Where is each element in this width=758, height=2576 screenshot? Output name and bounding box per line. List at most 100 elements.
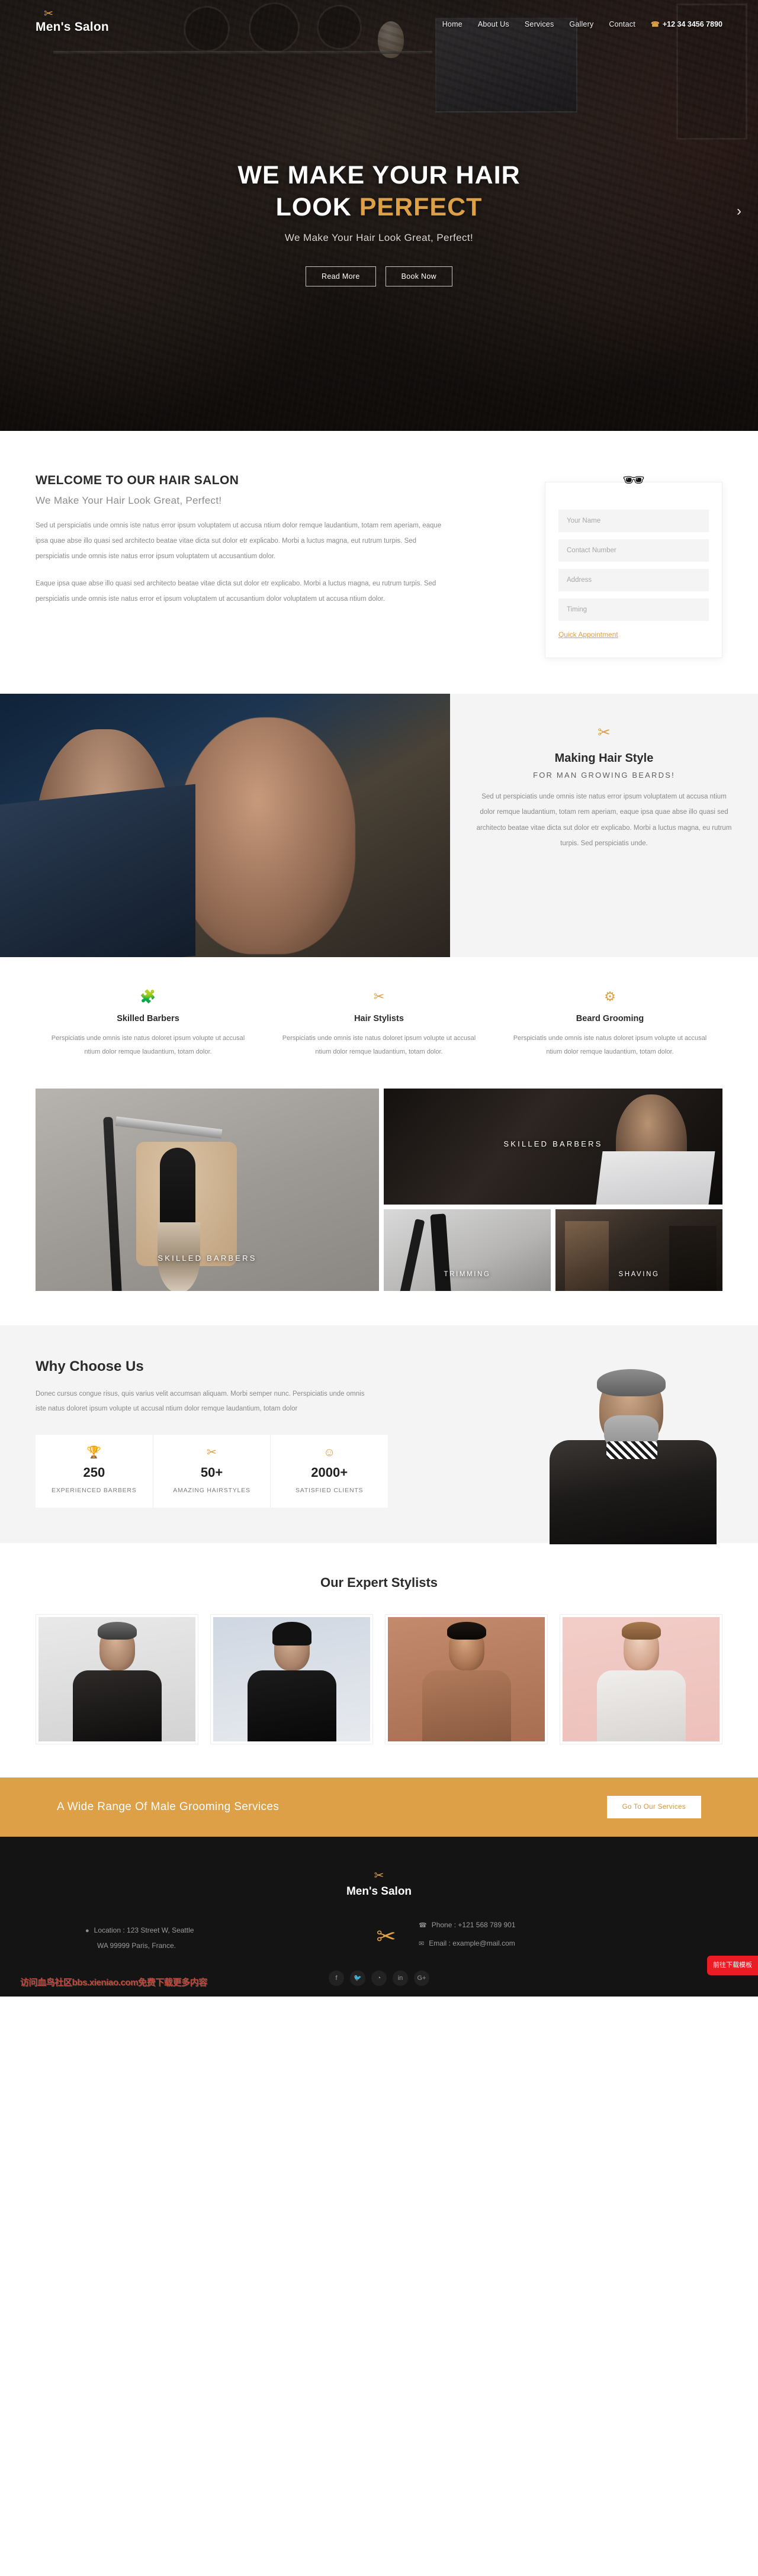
- gallery-caption: SKILLED BARBERS: [503, 1139, 603, 1149]
- contact-number-input[interactable]: [558, 539, 709, 562]
- decor-body: [247, 1670, 336, 1742]
- footer-email[interactable]: ✉ Email : example@mail.com: [419, 1937, 687, 1950]
- watermark-text: 访问血鸟社区bbs.xieniao.com免费下载更多内容: [20, 1977, 207, 1988]
- gallery-item-shaving[interactable]: SHAVING: [555, 1209, 722, 1292]
- footer-brand: ✂ Men's Salon: [36, 1870, 722, 1898]
- footer-phone[interactable]: ☎ Phone : +121 568 789 901: [419, 1918, 687, 1932]
- nav-item-home[interactable]: Home: [442, 20, 462, 28]
- moustache-icon: 🕶: [622, 471, 645, 490]
- map-pin-icon: ●: [85, 1927, 89, 1934]
- service-text: Perspiciatis unde omnis iste natus dolor…: [51, 1035, 245, 1056]
- nav-phone[interactable]: ☎ +12 34 3456 7890: [651, 20, 722, 28]
- footer-location-line1: Location : 123 Street W, Seattle: [94, 1925, 194, 1934]
- service-card-beard-grooming[interactable]: ⚙ Beard Grooming Perspiciatis unde omnis…: [497, 990, 722, 1059]
- linkedin-icon[interactable]: in: [393, 1970, 408, 1986]
- smiley-icon: ☺: [323, 1445, 336, 1459]
- hairstyle-image: ‹: [0, 694, 450, 957]
- gallery-caption: SKILLED BARBERS: [158, 1254, 257, 1263]
- decor-body: [596, 1670, 686, 1742]
- stylist-photo: [213, 1617, 370, 1742]
- service-title: Skilled Barbers: [117, 1014, 179, 1023]
- facebook-icon[interactable]: f: [329, 1970, 344, 1986]
- footer-center-icon: ✂: [365, 1925, 407, 1949]
- decor-body: [72, 1670, 162, 1742]
- nav-links: Home About Us Services Gallery Contact ☎…: [442, 14, 722, 28]
- decor-body: [422, 1670, 511, 1742]
- welcome-subtitle: We Make Your Hair Look Great, Perfect!: [36, 495, 222, 506]
- google-plus-icon[interactable]: G+: [414, 1970, 429, 1986]
- stylist-card[interactable]: [560, 1614, 722, 1745]
- welcome-title: WELCOME TO OUR HAIR SALON: [36, 474, 239, 487]
- nav-item-about-us[interactable]: About Us: [478, 20, 509, 28]
- nav-item-services[interactable]: Services: [525, 20, 554, 28]
- gallery-bottom-row: TRIMMING SHAVING: [384, 1209, 722, 1292]
- stylist-card[interactable]: [385, 1614, 548, 1745]
- cta-text: A Wide Range Of Male Grooming Services: [57, 1801, 280, 1814]
- stylist-card[interactable]: [36, 1614, 198, 1745]
- decor-cap: [272, 1622, 311, 1646]
- stat-experienced-barbers: 🏆 250 EXPERIENCED BARBERS: [36, 1434, 153, 1508]
- barber-portrait: [36, 729, 172, 957]
- twitter-icon[interactable]: 🐦: [350, 1970, 365, 1986]
- hairstyle-subtitle: FOR MAN GROWING BEARDS!: [533, 771, 675, 780]
- decor-razor: [103, 1116, 122, 1292]
- hero-subtitle: We Make Your Hair Look Great, Perfect!: [284, 231, 474, 243]
- why-choose-photo: [535, 1369, 731, 1545]
- read-more-button[interactable]: Read More: [306, 266, 376, 286]
- gallery-item-large[interactable]: SKILLED BARBERS: [36, 1089, 379, 1292]
- scissors-icon: ✂: [207, 1445, 217, 1459]
- prev-arrow-icon[interactable]: ‹: [26, 935, 30, 946]
- hairstyle-paragraph: Sed ut perspiciatis unde omnis iste natu…: [476, 793, 732, 848]
- name-input[interactable]: [558, 510, 709, 532]
- stat-amazing-hairstyles: ✂ 50+ AMAZING HAIRSTYLES: [153, 1434, 271, 1508]
- quick-appointment-link[interactable]: Quick Appointment: [558, 630, 618, 639]
- rss-icon[interactable]: ◔: [371, 1970, 387, 1986]
- service-card-skilled-barbers[interactable]: 🧩 Skilled Barbers Perspiciatis unde omni…: [36, 990, 261, 1059]
- stat-label: SATISFIED CLIENTS: [296, 1486, 364, 1494]
- decor-bowtie: [606, 1441, 657, 1460]
- envelope-icon: ✉: [419, 1940, 425, 1947]
- gallery-right-column: SKILLED BARBERS TRIMMING SHAVING: [384, 1089, 722, 1292]
- brand-logo[interactable]: ✂ Men's Salon: [36, 8, 109, 34]
- service-card-hair-stylists[interactable]: ✂ Hair Stylists Perspiciatis unde omnis …: [266, 990, 492, 1059]
- stat-number: 50+: [200, 1464, 223, 1480]
- gallery-item-trimming[interactable]: TRIMMING: [384, 1209, 551, 1292]
- book-now-button[interactable]: Book Now: [385, 266, 452, 286]
- go-to-services-button[interactable]: Go To Our Services: [606, 1796, 701, 1819]
- nav-item-gallery[interactable]: Gallery: [569, 20, 593, 28]
- cta-banner: A Wide Range Of Male Grooming Services G…: [0, 1778, 758, 1837]
- footer-location-line2: WA 99999 Paris, France.: [97, 1941, 176, 1950]
- stats-row: 🏆 250 EXPERIENCED BARBERS ✂ 50+ AMAZING …: [36, 1434, 388, 1508]
- hairstyle-title: Making Hair Style: [554, 752, 654, 765]
- page-root: ✂ Men's Salon Home About Us Services Gal…: [0, 0, 758, 1997]
- welcome-text-column: WELCOME TO OUR HAIR SALON We Make Your H…: [36, 474, 450, 607]
- carousel-next-arrow-icon[interactable]: ›: [737, 204, 741, 218]
- decor-hair: [447, 1622, 486, 1640]
- gallery-caption: TRIMMING: [444, 1271, 491, 1279]
- stylist-card[interactable]: [210, 1614, 373, 1745]
- why-choose-us-section: Why Choose Us Donec cursus congue risus,…: [0, 1325, 758, 1545]
- brand-name: Men's Salon: [36, 20, 109, 34]
- download-template-badge[interactable]: 前往下载模板: [707, 1956, 758, 1975]
- stylist-photo: [388, 1617, 545, 1742]
- hero-section: ✂ Men's Salon Home About Us Services Gal…: [0, 0, 758, 431]
- footer-contact-column: ☎ Phone : +121 568 789 901 ✉ Email : exa…: [419, 1918, 687, 1955]
- hero-title: WE MAKE YOUR HAIR LOOK PERFECT: [0, 160, 758, 224]
- service-text: Perspiciatis unde omnis iste natus dolor…: [513, 1035, 707, 1056]
- hero-title-accent: PERFECT: [359, 192, 483, 221]
- stat-label: EXPERIENCED BARBERS: [52, 1486, 137, 1494]
- nav-item-contact[interactable]: Contact: [609, 20, 635, 28]
- stylists-title: Our Expert Stylists: [320, 1575, 438, 1590]
- stat-number: 250: [83, 1464, 105, 1480]
- scissors-icon: ✂: [374, 1869, 384, 1883]
- address-input[interactable]: [558, 569, 709, 591]
- footer-phone-text: Phone : +121 568 789 901: [431, 1921, 516, 1930]
- phone-icon: ☎: [419, 1922, 427, 1930]
- nav-phone-number: +12 34 3456 7890: [662, 20, 722, 28]
- footer-location-column: ● Location : 123 Street W, Seattle WA 99…: [71, 1924, 354, 1950]
- gallery-item-skilled-barbers[interactable]: SKILLED BARBERS: [384, 1089, 722, 1205]
- scissors-icon: ✂: [44, 8, 53, 20]
- stylist-photo: [38, 1617, 195, 1742]
- welcome-paragraph-1: Sed ut perspiciatis unde omnis iste natu…: [36, 522, 442, 560]
- timing-input[interactable]: [558, 598, 709, 621]
